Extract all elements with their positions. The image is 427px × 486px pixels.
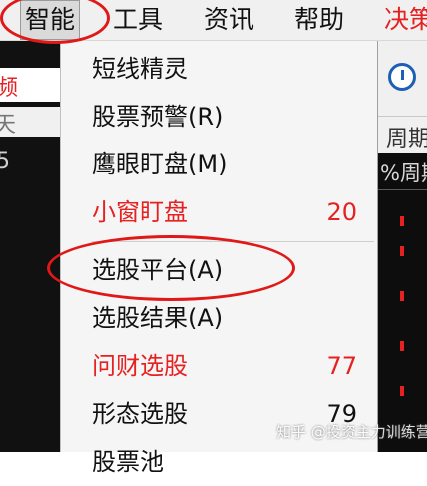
chart-mark <box>400 216 404 226</box>
menu-item-mini-window-watch[interactable]: 小窗盯盘 20 <box>61 188 377 236</box>
chart-mark <box>400 246 404 256</box>
background-toolbar-row: 频 <box>0 68 60 102</box>
menu-item-count: 20 <box>326 198 357 226</box>
menu-tools[interactable]: 工具 <box>113 0 163 40</box>
menu-item-label: 短线精灵 <box>92 55 188 83</box>
menu-item-count: 77 <box>326 352 357 380</box>
menu-item-label: 股票池 <box>92 448 164 476</box>
background-glyph: 天 <box>0 113 17 138</box>
menu-item-label: 鹰眼盯盘(M) <box>92 150 228 178</box>
menu-item-stock-alert[interactable]: 股票预警(R) <box>61 93 377 141</box>
background-tab-row: 天 <box>0 107 60 138</box>
menu-separator <box>92 241 374 242</box>
background-glyph: 周期 <box>386 127 427 152</box>
menu-news[interactable]: 资讯 <box>204 0 254 40</box>
chart-mark <box>400 291 404 301</box>
menu-item-stock-screening-platform[interactable]: 选股平台(A) <box>61 246 377 294</box>
menu-item-screening-results[interactable]: 选股结果(A) <box>61 294 377 342</box>
background-glyph: %周期 <box>380 161 427 185</box>
menu-item-short-line-sprite[interactable]: 短线精灵 <box>61 45 377 93</box>
watermark: 知乎 @投资主力训练营长 <box>276 423 427 441</box>
background-right-panel: 周期 %周期 <box>378 41 427 452</box>
smart-dropdown-menu: 短线精灵 股票预警(R) 鹰眼盯盘(M) 小窗盯盘 20 选股平台(A) 选股结… <box>60 41 378 476</box>
menu-smart[interactable]: 智能 <box>20 0 81 40</box>
background-glyph: 5 <box>0 149 10 174</box>
background-glyph: 频 <box>0 76 19 101</box>
menu-item-label: 选股平台(A) <box>92 256 224 284</box>
menu-item-eagle-eye-watch[interactable]: 鹰眼盯盘(M) <box>61 140 377 188</box>
clock-icon[interactable] <box>388 63 416 91</box>
chart-divider <box>378 189 427 190</box>
background-toolbar <box>378 41 427 116</box>
chart-mark <box>400 386 404 396</box>
menu-decision[interactable]: 决策 <box>384 0 427 40</box>
menu-item-label: 股票预警(R) <box>92 103 224 131</box>
background-period-tab[interactable]: 周期 <box>378 116 427 153</box>
menu-item-label: 小窗盯盘 <box>92 198 188 226</box>
background-left-panel: 频 天 5 <box>0 41 60 452</box>
menu-item-wencai-screening[interactable]: 问财选股 77 <box>61 342 377 390</box>
menu-help[interactable]: 帮助 <box>294 0 344 40</box>
menu-item-label: 选股结果(A) <box>92 304 224 332</box>
chart-mark <box>400 341 404 351</box>
menu-item-stock-pool[interactable]: 股票池 <box>61 438 377 486</box>
menu-item-label: 形态选股 <box>92 400 188 428</box>
menu-bar: 智能 工具 资讯 帮助 决策 <box>0 0 427 41</box>
menu-item-label: 问财选股 <box>92 352 188 380</box>
